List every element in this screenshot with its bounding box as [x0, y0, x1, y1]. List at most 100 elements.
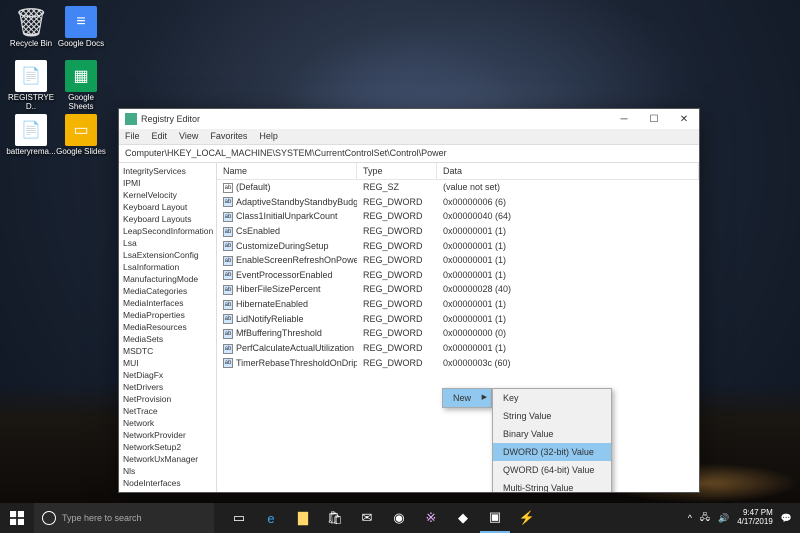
menu-help[interactable]: Help	[253, 129, 284, 144]
dword-value-icon: ab	[223, 212, 233, 222]
menu-edit[interactable]: Edit	[146, 129, 174, 144]
tree-item-mediasets[interactable]: MediaSets	[119, 333, 216, 345]
minimize-button[interactable]: ─	[609, 109, 639, 129]
desktop-icon-batteryrema-[interactable]: 📄batteryrema...	[6, 114, 56, 157]
tree-item-mediainterfaces[interactable]: MediaInterfaces	[119, 297, 216, 309]
search-box[interactable]: Type here to search	[34, 503, 214, 533]
dword-value-icon: ab	[223, 300, 233, 310]
tree-item-networkprovider[interactable]: NetworkProvider	[119, 429, 216, 441]
registry-tree[interactable]: IntegrityServicesIPMIKernelVelocityKeybo…	[119, 163, 217, 492]
desktop-icon-google-sheets[interactable]: ▦Google Sheets	[56, 60, 106, 112]
taskbar-app-mail[interactable]: ✉	[352, 503, 382, 533]
tree-item-lsainformation[interactable]: LsaInformation	[119, 261, 216, 273]
tree-item-lsaextensionconfig[interactable]: LsaExtensionConfig	[119, 249, 216, 261]
tree-item-nettrace[interactable]: NetTrace	[119, 405, 216, 417]
tree-item-kernelvelocity[interactable]: KernelVelocity	[119, 189, 216, 201]
task-view-button[interactable]: ▭	[224, 503, 254, 533]
tree-item-netdrivers[interactable]: NetDrivers	[119, 381, 216, 393]
maximize-button[interactable]: ☐	[639, 109, 669, 129]
reg-icon: 📄	[15, 60, 47, 92]
tree-item-notifications[interactable]: Notifications	[119, 489, 216, 492]
tree-item-networksetup-[interactable]: NetworkSetup2	[119, 441, 216, 453]
tree-item-mediaproperties[interactable]: MediaProperties	[119, 309, 216, 321]
menu-view[interactable]: View	[173, 129, 204, 144]
tree-item-mui[interactable]: MUI	[119, 357, 216, 369]
context-menu-item-key[interactable]: Key	[493, 389, 611, 407]
tree-item-keyboard-layout[interactable]: Keyboard Layout	[119, 201, 216, 213]
context-menu-item-string-value[interactable]: String Value	[493, 407, 611, 425]
taskbar-app-regedit[interactable]: ▣	[480, 503, 510, 533]
menu-file[interactable]: File	[119, 129, 146, 144]
registry-value-row[interactable]: abLidNotifyReliableREG_DWORD0x00000001 (…	[217, 312, 699, 327]
registry-value-row[interactable]: abHibernateEnabledREG_DWORD0x00000001 (1…	[217, 297, 699, 312]
taskbar: Type here to search ▭ e ▇ 🛍 ✉ ◉ ※ ◆ ▣ ⚡ …	[0, 503, 800, 533]
taskbar-app-store[interactable]: 🛍	[320, 503, 350, 533]
registry-value-row[interactable]: abCustomizeDuringSetupREG_DWORD0x0000000…	[217, 239, 699, 254]
registry-value-row[interactable]: abEventProcessorEnabledREG_DWORD0x000000…	[217, 268, 699, 283]
taskbar-app-chrome[interactable]: ◉	[384, 503, 414, 533]
dword-value-icon: ab	[223, 256, 233, 266]
context-menu-item-new[interactable]: New ▶	[443, 389, 491, 407]
column-header-name[interactable]: Name	[217, 163, 357, 179]
tree-item-mediaresources[interactable]: MediaResources	[119, 321, 216, 333]
desktop-icon-google-slides[interactable]: ▭Google Slides	[56, 114, 106, 157]
taskbar-app-slack[interactable]: ※	[416, 503, 446, 533]
desktop-icon-recycle-bin[interactable]: 🗑Recycle Bin	[6, 6, 56, 49]
taskbar-app-explorer[interactable]: ▇	[288, 503, 318, 533]
tree-item-integrityservices[interactable]: IntegrityServices	[119, 165, 216, 177]
sz-value-icon: ab	[223, 183, 233, 193]
menu-favorites[interactable]: Favorites	[204, 129, 253, 144]
titlebar[interactable]: Registry Editor ─ ☐ ✕	[119, 109, 699, 129]
dword-value-icon: ab	[223, 285, 233, 295]
context-menu-item-multi-string-value[interactable]: Multi-String Value	[493, 479, 611, 492]
taskbar-app-edge[interactable]: e	[256, 503, 286, 533]
registry-value-row[interactable]: abAdaptiveStandbyStandbyBudgetAvgInter..…	[217, 195, 699, 210]
registry-values-list[interactable]: NameTypeData ab(Default)REG_SZ(value not…	[217, 163, 699, 492]
tree-item-ipmi[interactable]: IPMI	[119, 177, 216, 189]
volume-icon[interactable]: 🔊	[718, 513, 729, 524]
tree-item-networkuxmanager[interactable]: NetworkUxManager	[119, 453, 216, 465]
system-tray[interactable]: ^ 🖧 🔊 9:47 PM 4/17/2019 💬	[688, 509, 800, 527]
tree-item-nls[interactable]: Nls	[119, 465, 216, 477]
tree-item-keyboard-layouts[interactable]: Keyboard Layouts	[119, 213, 216, 225]
dword-value-icon: ab	[223, 197, 233, 207]
registry-value-row[interactable]: abHiberFileSizePercentREG_DWORD0x0000002…	[217, 282, 699, 297]
tree-item-netdiagfx[interactable]: NetDiagFx	[119, 369, 216, 381]
desktop-icon-registryed-[interactable]: 📄REGISTRYED..	[6, 60, 56, 112]
address-bar[interactable]: Computer\HKEY_LOCAL_MACHINE\SYSTEM\Curre…	[119, 145, 699, 163]
sheet-icon: ▦	[65, 60, 97, 92]
tray-chevron-icon[interactable]: ^	[688, 513, 692, 523]
network-icon[interactable]: 🖧	[700, 510, 710, 526]
tree-item-manufacturingmode[interactable]: ManufacturingMode	[119, 273, 216, 285]
context-menu-item-qword-64-bit-value[interactable]: QWORD (64-bit) Value	[493, 461, 611, 479]
tree-item-leapsecondinformation[interactable]: LeapSecondInformation	[119, 225, 216, 237]
desktop-icon-google-docs[interactable]: ≡Google Docs	[56, 6, 106, 49]
registry-value-row[interactable]: abEnableScreenRefreshOnPowerButtonLon...…	[217, 253, 699, 268]
registry-value-row[interactable]: abPerfCalculateActualUtilizationREG_DWOR…	[217, 341, 699, 356]
menubar: FileEditViewFavoritesHelp	[119, 129, 699, 145]
icon-label: Recycle Bin	[6, 40, 56, 49]
dword-value-icon: ab	[223, 227, 233, 237]
tree-item-network[interactable]: Network	[119, 417, 216, 429]
registry-value-row[interactable]: abTimerRebaseThresholdOnDripsExitREG_DWO…	[217, 356, 699, 371]
tree-item-mediacategories[interactable]: MediaCategories	[119, 285, 216, 297]
context-menu-item-binary-value[interactable]: Binary Value	[493, 425, 611, 443]
column-header-type[interactable]: Type	[357, 163, 437, 179]
tree-item-netprovision[interactable]: NetProvision	[119, 393, 216, 405]
close-button[interactable]: ✕	[669, 109, 699, 129]
start-button[interactable]	[0, 503, 34, 533]
taskbar-app-steam[interactable]: ◆	[448, 503, 478, 533]
column-header-data[interactable]: Data	[437, 163, 699, 179]
registry-value-row[interactable]: abMfBufferingThresholdREG_DWORD0x0000000…	[217, 326, 699, 341]
context-menu-item-dword-32-bit-value[interactable]: DWORD (32-bit) Value	[493, 443, 611, 461]
registry-value-row[interactable]: abCsEnabledREG_DWORD0x00000001 (1)	[217, 224, 699, 239]
tree-item-msdtc[interactable]: MSDTC	[119, 345, 216, 357]
registry-value-row[interactable]: ab(Default)REG_SZ(value not set)	[217, 180, 699, 195]
desktop[interactable]: 🗑Recycle Bin≡Google Docs📄REGISTRYED..▦Go…	[0, 0, 800, 533]
tree-item-lsa[interactable]: Lsa	[119, 237, 216, 249]
taskbar-clock[interactable]: 9:47 PM 4/17/2019	[737, 509, 773, 527]
tree-item-nodeinterfaces[interactable]: NodeInterfaces	[119, 477, 216, 489]
action-center-icon[interactable]: 💬	[781, 513, 792, 524]
registry-value-row[interactable]: abClass1InitialUnparkCountREG_DWORD0x000…	[217, 209, 699, 224]
taskbar-app-other[interactable]: ⚡	[512, 503, 542, 533]
